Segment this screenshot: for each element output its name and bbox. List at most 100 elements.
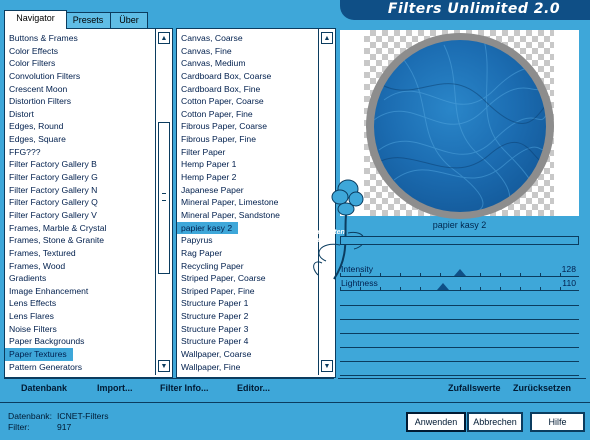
list-item[interactable]: Fibrous Paper, Fine	[177, 133, 335, 146]
tab-navigator[interactable]: Navigator	[4, 10, 67, 29]
empty-slider-row	[340, 348, 579, 362]
list-item[interactable]: Canvas, Medium	[177, 57, 335, 70]
list-item[interactable]: Structure Paper 4	[177, 335, 335, 348]
list-item[interactable]: Color Effects	[5, 45, 172, 58]
list-item[interactable]: Cotton Paper, Coarse	[177, 95, 335, 108]
list-item[interactable]: Wallpaper, Coarse	[177, 348, 335, 361]
list-item[interactable]: Hemp Paper 1	[177, 158, 335, 171]
list-item-label: Frames, Stone & Granite	[9, 235, 105, 246]
list-item[interactable]: Buttons & Frames	[5, 32, 172, 45]
empty-slider-row	[340, 334, 579, 348]
list-item[interactable]: Cardboard Box, Coarse	[177, 70, 335, 83]
list-item-label: Distort	[9, 108, 34, 119]
list-item[interactable]: Fibrous Paper, Coarse	[177, 120, 335, 133]
help-button[interactable]: Hilfe	[530, 412, 585, 432]
list-item[interactable]: Canvas, Coarse	[177, 32, 335, 45]
list-item[interactable]: Wallpaper, Fine	[177, 361, 335, 374]
list-item[interactable]: Cotton Paper, Fine	[177, 108, 335, 121]
reset-button[interactable]: Zurücksetzen	[513, 383, 571, 393]
list-item[interactable]: Canvas, Fine	[177, 45, 335, 58]
list-item[interactable]: Filter Factory Gallery Q	[5, 196, 172, 209]
list-item[interactable]: Color Filters	[5, 57, 172, 70]
list-item[interactable]: Frames, Stone & Granite	[5, 234, 172, 247]
list-item[interactable]: Gradients	[5, 272, 172, 285]
list-item[interactable]: Frames, Wood	[5, 260, 172, 273]
list-item[interactable]: Paper Backgrounds	[5, 335, 172, 348]
list-item-label: Wallpaper, Fine	[181, 361, 241, 372]
import-button[interactable]: Import...	[97, 383, 133, 393]
list-item[interactable]: Cardboard Box, Fine	[177, 83, 335, 96]
category-list[interactable]: Buttons & Frames Color Effects Color Filte…	[4, 28, 173, 378]
list-item[interactable]: Structure Paper 2	[177, 310, 335, 323]
list-item-label: Canvas, Coarse	[181, 33, 243, 43]
list-item[interactable]: Filter Paper	[177, 146, 335, 159]
list-item[interactable]: Crescent Moon	[5, 83, 172, 96]
scroll-thumb[interactable]	[158, 122, 170, 274]
list-item-label: Cotton Paper, Fine	[181, 108, 253, 119]
list-item[interactable]: Frames, Marble & Crystal	[5, 222, 172, 235]
list-item[interactable]: FFG???	[5, 146, 172, 159]
selected-filter-name: papier kasy 2	[432, 220, 487, 230]
list-item[interactable]: Distortion Filters	[5, 95, 172, 108]
slider-intensity[interactable]: Intensity 128	[340, 264, 579, 277]
list-item[interactable]: Paper Textures	[5, 348, 172, 361]
scroll-down-icon[interactable]: ▼	[158, 360, 170, 372]
list-item[interactable]: Image Enhancement	[5, 285, 172, 298]
list-item-label: Cotton Paper, Coarse	[181, 96, 264, 107]
list-item[interactable]: Edges, Square	[5, 133, 172, 146]
empty-slider-row	[340, 320, 579, 334]
random-values-button[interactable]: Zufallswerte	[448, 383, 501, 393]
list-item[interactable]: Lens Effects	[5, 297, 172, 310]
category-scrollbar[interactable]: ▲ ▼	[155, 29, 172, 375]
list-item[interactable]: Structure Paper 1	[177, 297, 335, 310]
apply-button[interactable]: Anwenden	[406, 412, 466, 432]
list-item-label: Canvas, Fine	[181, 45, 232, 56]
list-item-label: Rag Paper	[181, 247, 223, 258]
database-button[interactable]: Datenbank	[21, 383, 67, 393]
list-item[interactable]: Filter Factory Gallery B	[5, 158, 172, 171]
editor-button[interactable]: Editor...	[237, 383, 270, 393]
list-item[interactable]: Distort	[5, 108, 172, 121]
empty-slider-row	[340, 362, 579, 376]
slider-lightness[interactable]: Lightness 110	[340, 278, 579, 291]
list-item[interactable]: Edges, Round	[5, 120, 172, 133]
list-item-label: Cardboard Box, Fine	[181, 83, 261, 94]
list-item[interactable]: Pattern Generators	[5, 361, 172, 374]
list-item[interactable]: Convolution Filters	[5, 70, 172, 83]
list-item[interactable]: Filter Factory Gallery N	[5, 184, 172, 197]
progress-bar	[340, 236, 579, 245]
list-item[interactable]: Noise Filters	[5, 323, 172, 336]
tab-uber[interactable]: Über	[110, 12, 148, 28]
slider-knob-icon[interactable]	[453, 269, 466, 276]
grip-icon	[162, 193, 166, 201]
list-item-label: Mineral Paper, Sandstone	[181, 209, 280, 220]
list-item-label: Canvas, Medium	[181, 58, 246, 69]
list-item-label: Striped Paper, Coarse	[181, 273, 266, 284]
scroll-up-icon[interactable]: ▲	[158, 32, 170, 44]
status-divider	[0, 402, 590, 403]
list-item[interactable]: Lens Flares	[5, 310, 172, 323]
list-item-label: Crescent Moon	[9, 83, 68, 94]
slider-knob-icon[interactable]	[437, 283, 449, 290]
slider-track	[340, 290, 579, 291]
list-item-label: Filter Factory Gallery B	[9, 159, 97, 170]
cancel-button[interactable]: Abbrechen	[467, 412, 523, 432]
list-item[interactable]: Filter Factory Gallery G	[5, 171, 172, 184]
list-item-label: Wallpaper, Coarse	[181, 349, 252, 360]
list-item-label: Edges, Square	[9, 134, 66, 145]
filter-count-label: Filter:	[8, 422, 30, 432]
list-item[interactable]: Frames, Textured	[5, 247, 172, 260]
list-item[interactable]: Striped Paper, Fine	[177, 285, 335, 298]
scroll-up-icon[interactable]: ▲	[321, 32, 333, 44]
tab-presets[interactable]: Presets	[64, 12, 112, 28]
scroll-down-icon[interactable]: ▼	[321, 360, 333, 372]
filter-info-button[interactable]: Filter Info...	[160, 383, 209, 393]
list-item[interactable]: Filter Factory Gallery V	[5, 209, 172, 222]
list-item[interactable]: Structure Paper 3	[177, 323, 335, 336]
list-item-label: Structure Paper 4	[181, 336, 249, 347]
list-item-label: Filter Factory Gallery G	[9, 172, 98, 183]
list-item-label: Buttons & Frames	[9, 33, 78, 43]
list-item-label: Gradients	[9, 273, 47, 284]
list-item-label: Structure Paper 3	[181, 323, 249, 334]
list-item-label: Structure Paper 1	[181, 298, 249, 309]
